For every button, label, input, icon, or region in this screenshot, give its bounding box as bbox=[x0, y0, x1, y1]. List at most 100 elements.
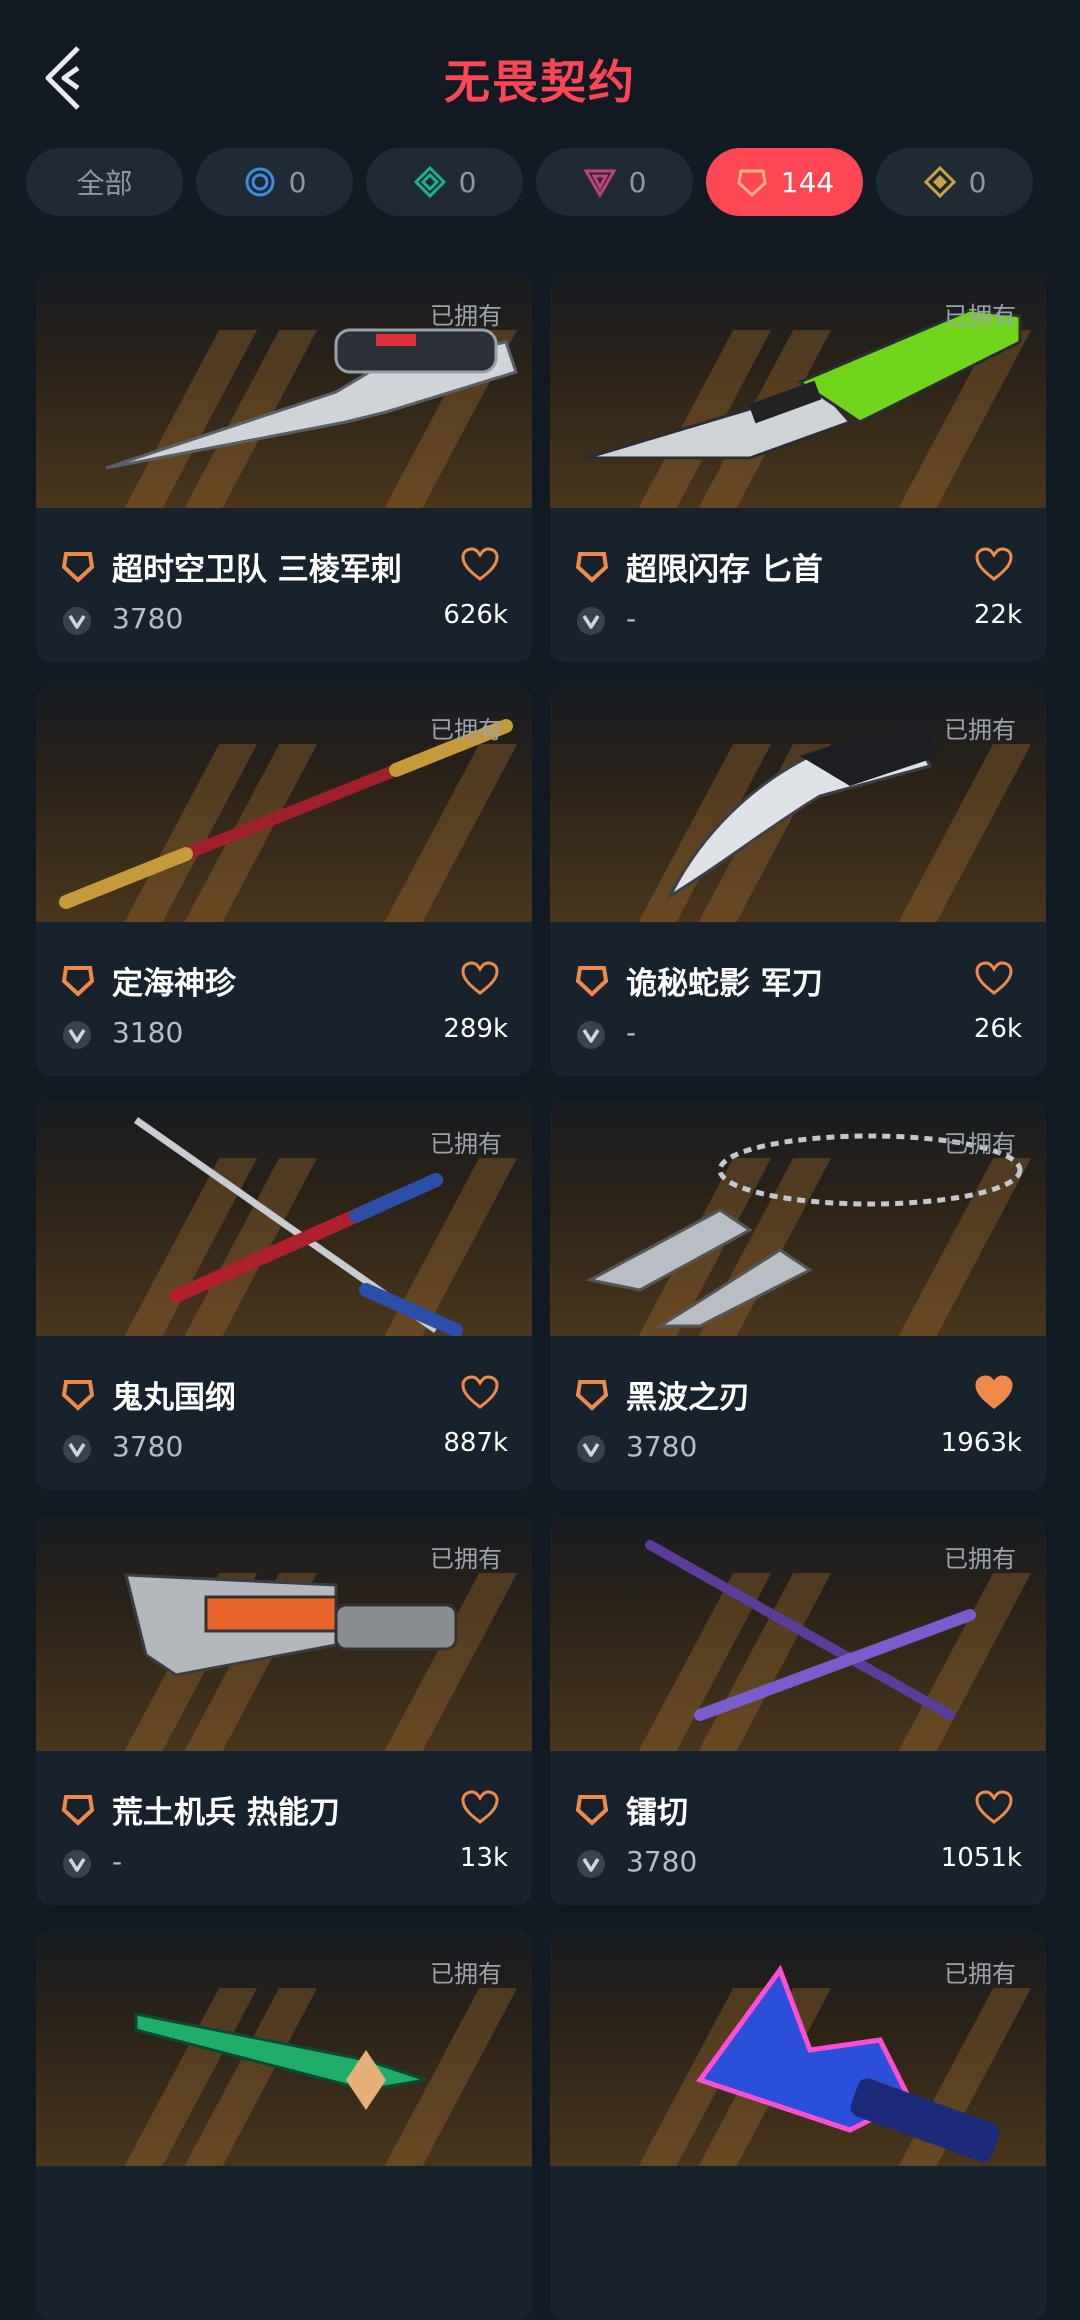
skin-name: 超时空卫队 三棱军刺 bbox=[112, 552, 402, 588]
valorant-points-icon bbox=[63, 607, 91, 635]
heart-icon[interactable] bbox=[974, 1374, 1014, 1410]
owned-label: 已拥有 bbox=[430, 1130, 502, 1158]
skin-info: 荒土机兵 热能刀 - 13k bbox=[36, 1751, 532, 1905]
tab-count: 0 bbox=[628, 165, 647, 199]
exclusive-tier-icon bbox=[61, 1380, 95, 1411]
skin-price: - bbox=[626, 1016, 637, 1049]
skin-name: 定海神珍 bbox=[112, 966, 236, 1002]
like-count: 626k bbox=[443, 600, 508, 630]
skin-banner: 已拥有 bbox=[550, 1930, 1046, 2166]
like-count: 22k bbox=[973, 600, 1022, 630]
like-count: 26k bbox=[973, 1014, 1022, 1044]
skin-card[interactable]: 已拥有定海神珍 3180 289k bbox=[36, 686, 532, 1076]
skin-name: 超限闪存 匕首 bbox=[626, 552, 823, 588]
skin-banner: 已拥有 bbox=[550, 686, 1046, 922]
skin-info: 超限闪存 匕首 - 22k bbox=[550, 508, 1046, 662]
heart-icon[interactable] bbox=[974, 960, 1014, 996]
owned-label: 已拥有 bbox=[944, 302, 1016, 330]
filter-tabs: 全部 0 0 0 144 0 bbox=[26, 148, 1066, 218]
skin-info: 黑波之刃 3780 1963k bbox=[550, 1336, 1046, 1490]
skin-card[interactable]: 已拥有超时空卫队 三棱军刺 3780 626k bbox=[36, 272, 532, 662]
owned-label: 已拥有 bbox=[944, 1960, 1016, 1988]
owned-label: 已拥有 bbox=[430, 716, 502, 744]
heart-icon[interactable] bbox=[974, 1789, 1014, 1825]
skin-name: 镭切 bbox=[626, 1795, 688, 1831]
valorant-points-icon bbox=[577, 1021, 605, 1049]
exclusive-tier-icon bbox=[575, 552, 609, 583]
tab-count: 0 bbox=[458, 165, 477, 199]
tab-all[interactable]: 全部 bbox=[26, 148, 183, 216]
skin-name: 黑波之刃 bbox=[626, 1380, 750, 1416]
tab-count: 0 bbox=[288, 165, 307, 199]
skin-banner: 已拥有 bbox=[550, 272, 1046, 508]
skin-price: 3780 bbox=[626, 1845, 698, 1878]
like-count: 1963k bbox=[940, 1428, 1022, 1458]
valorant-points-icon bbox=[577, 1850, 605, 1878]
tab-select-tier[interactable]: 0 bbox=[196, 148, 353, 216]
ultra-tier-icon bbox=[923, 165, 956, 199]
skin-card[interactable]: 已拥有超限闪存 匕首 - 22k bbox=[550, 272, 1046, 662]
heart-icon[interactable] bbox=[460, 1789, 500, 1825]
skin-banner: 已拥有 bbox=[36, 1515, 532, 1751]
owned-label: 已拥有 bbox=[944, 1545, 1016, 1573]
tab-count: 0 bbox=[968, 165, 987, 199]
tab-ultra-tier[interactable]: 0 bbox=[876, 148, 1033, 216]
skin-card[interactable]: 已拥有 bbox=[550, 1930, 1046, 2320]
like-count: 289k bbox=[443, 1014, 508, 1044]
premium-tier-icon bbox=[582, 169, 617, 198]
exclusive-tier-icon bbox=[575, 1795, 609, 1826]
owned-label: 已拥有 bbox=[944, 1130, 1016, 1158]
valorant-points-icon bbox=[63, 1850, 91, 1878]
like-count: 887k bbox=[443, 1428, 508, 1458]
exclusive-tier-icon bbox=[737, 169, 767, 198]
skin-card[interactable]: 已拥有诡秘蛇影 军刀 - 26k bbox=[550, 686, 1046, 1076]
exclusive-tier-icon bbox=[61, 1795, 95, 1826]
exclusive-tier-icon bbox=[61, 552, 95, 583]
owned-label: 已拥有 bbox=[430, 302, 502, 330]
skin-price: 3780 bbox=[112, 602, 184, 635]
skin-info: 定海神珍 3180 289k bbox=[36, 922, 532, 1076]
page-title: 无畏契约 bbox=[444, 55, 636, 109]
skin-card[interactable]: 已拥有荒土机兵 热能刀 - 13k bbox=[36, 1515, 532, 1905]
skin-card[interactable]: 已拥有鬼丸国纲 3780 887k bbox=[36, 1100, 532, 1490]
tab-exclusive-tier[interactable]: 144 bbox=[706, 148, 863, 216]
tab-deluxe-tier[interactable]: 0 bbox=[366, 148, 523, 216]
valorant-points-icon bbox=[577, 1435, 605, 1463]
exclusive-tier-icon bbox=[61, 966, 95, 997]
heart-icon[interactable] bbox=[974, 546, 1014, 582]
skin-name: 诡秘蛇影 军刀 bbox=[626, 966, 823, 1002]
skin-price: 3780 bbox=[626, 1430, 698, 1463]
skin-price: - bbox=[112, 1845, 123, 1878]
skin-card[interactable]: 已拥有镭切 3780 1051k bbox=[550, 1515, 1046, 1905]
valorant-points-icon bbox=[63, 1435, 91, 1463]
heart-icon[interactable] bbox=[460, 546, 500, 582]
deluxe-tier-icon bbox=[413, 165, 446, 199]
skin-card[interactable]: 已拥有 bbox=[36, 1930, 532, 2320]
skin-name: 荒土机兵 热能刀 bbox=[112, 1795, 340, 1831]
skin-banner: 已拥有 bbox=[550, 1100, 1046, 1336]
tab-premium-tier[interactable]: 0 bbox=[536, 148, 693, 216]
heart-icon[interactable] bbox=[460, 1374, 500, 1410]
skin-info: 诡秘蛇影 军刀 - 26k bbox=[550, 922, 1046, 1076]
valorant-points-icon bbox=[63, 1021, 91, 1049]
like-count: 1051k bbox=[940, 1843, 1022, 1873]
skin-info: 镭切 3780 1051k bbox=[550, 1751, 1046, 1905]
tab-label: 全部 bbox=[76, 167, 133, 200]
skin-card[interactable]: 已拥有黑波之刃 3780 1963k bbox=[550, 1100, 1046, 1490]
skin-name: 鬼丸国纲 bbox=[112, 1380, 236, 1416]
skin-price: - bbox=[626, 602, 637, 635]
valorant-points-icon bbox=[577, 607, 605, 635]
like-count: 13k bbox=[459, 1843, 508, 1873]
select-tier-icon bbox=[245, 167, 275, 197]
skin-banner: 已拥有 bbox=[36, 1100, 532, 1336]
skin-info: 鬼丸国纲 3780 887k bbox=[36, 1336, 532, 1490]
owned-label: 已拥有 bbox=[430, 1545, 502, 1573]
header: 无畏契约 bbox=[0, 0, 1080, 150]
skin-price: 3180 bbox=[112, 1016, 184, 1049]
owned-label: 已拥有 bbox=[430, 1960, 502, 1988]
skin-info: 超时空卫队 三棱军刺 3780 626k bbox=[36, 508, 532, 662]
skin-banner: 已拥有 bbox=[36, 1930, 532, 2166]
heart-icon[interactable] bbox=[460, 960, 500, 996]
skin-banner: 已拥有 bbox=[36, 686, 532, 922]
exclusive-tier-icon bbox=[575, 1380, 609, 1411]
